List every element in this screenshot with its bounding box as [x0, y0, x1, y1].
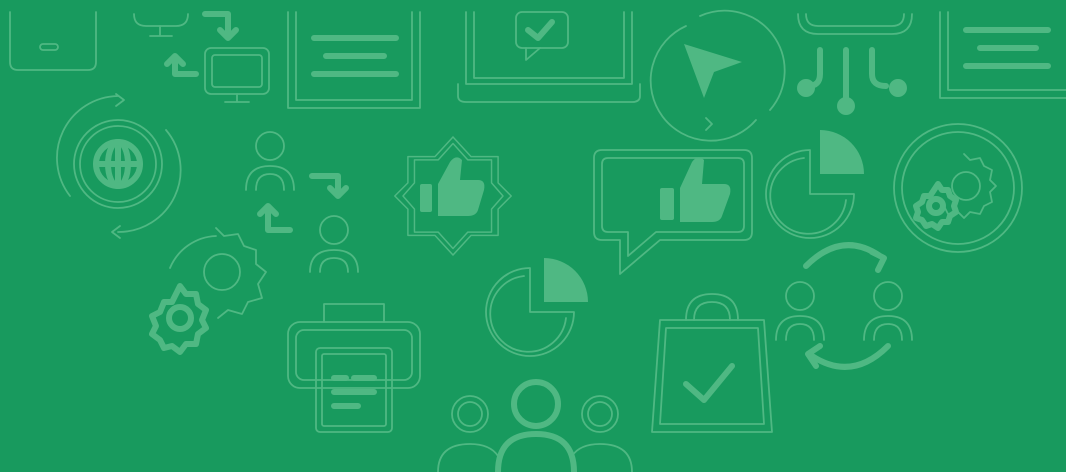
banner-background: [0, 0, 1066, 472]
icon-pattern-banner: [0, 0, 1066, 472]
icon-pattern: [0, 0, 1066, 472]
